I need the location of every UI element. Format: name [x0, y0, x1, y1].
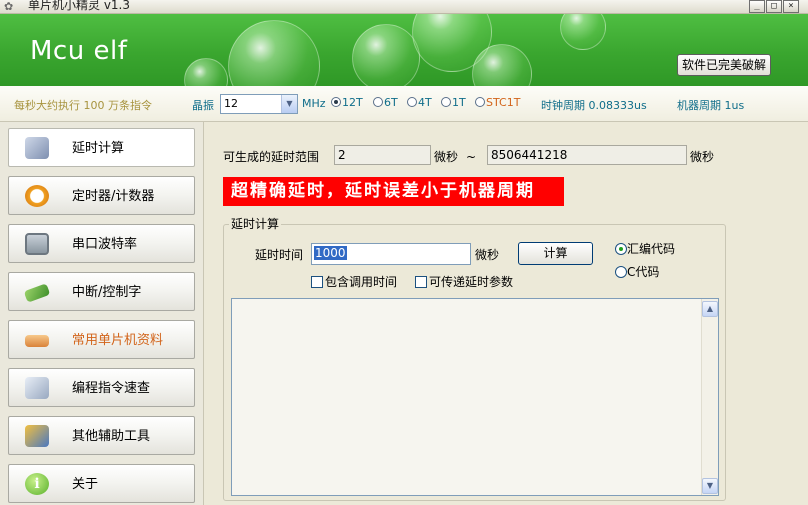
maximize-button[interactable]: □: [766, 0, 782, 13]
include-call-time-checkbox[interactable]: 包含调用时间: [311, 275, 397, 289]
sidebar-item-other-tools[interactable]: 其他辅助工具: [8, 416, 195, 455]
radio-dot-icon: [615, 243, 627, 255]
app-icon: ✿: [4, 0, 14, 13]
checkbox-icon: [415, 276, 427, 288]
range-unit-1: 微秒: [434, 150, 459, 164]
vertical-scrollbar[interactable]: ▲ ▼: [701, 299, 718, 495]
radio-dot-icon: [475, 97, 485, 107]
code-output-area[interactable]: ▲ ▼: [231, 298, 719, 496]
radio-dot-icon: [407, 97, 417, 107]
range-max-field: 8506441218: [487, 145, 687, 165]
crystal-select[interactable]: 12 ▼: [220, 94, 298, 114]
checkbox-icon: [311, 276, 323, 288]
pass-params-checkbox[interactable]: 可传递延时参数: [415, 275, 513, 289]
title-bar: ✿ 单片机小精灵 v1.3 _ □ ×: [0, 0, 808, 14]
mode-radio-stc1t[interactable]: STC1T: [475, 96, 520, 110]
range-unit-2: 微秒: [690, 150, 715, 164]
info-icon: i: [25, 473, 49, 495]
chevron-down-icon[interactable]: ▼: [281, 95, 297, 113]
crystal-value: 12: [224, 97, 238, 110]
radio-dot-icon: [615, 266, 627, 278]
delay-time-value: 1000: [314, 246, 347, 260]
speed-text: 每秒大约执行 100 万条指令: [14, 99, 152, 112]
mhz-label: MHz: [302, 97, 326, 110]
range-label: 可生成的延时范围: [223, 150, 320, 164]
decorative-bubble: [560, 14, 606, 50]
range-tilde: ~: [466, 150, 477, 164]
app-logo: Mcu elf: [30, 36, 128, 66]
chip-icon: [23, 283, 51, 303]
radio-dot-icon: [441, 97, 451, 107]
precision-banner: 超精确延时，延时误差小于机器周期: [223, 177, 564, 206]
monitor-icon: [25, 233, 49, 255]
sidebar-item-delay-calc[interactable]: 延时计算: [8, 128, 195, 167]
range-min-field: 2: [334, 145, 431, 165]
decorative-bubble: [184, 58, 228, 86]
radio-dot-icon: [373, 97, 383, 107]
window-title: 单片机小精灵 v1.3: [28, 0, 131, 12]
search-doc-icon: [25, 377, 49, 399]
mode-radio-1t[interactable]: 1T: [441, 96, 466, 110]
scroll-up-icon[interactable]: ▲: [702, 301, 718, 317]
scroll-down-icon[interactable]: ▼: [702, 478, 718, 494]
sidebar-item-interrupt[interactable]: 中断/控制字: [8, 272, 195, 311]
book-icon: [25, 335, 49, 347]
asm-code-radio[interactable]: 汇编代码: [615, 242, 675, 256]
clock-period-text: 时钟周期 0.08333us: [541, 99, 647, 112]
sidebar-item-mcu-docs[interactable]: 常用单片机资料: [8, 320, 195, 359]
mode-radio-12t[interactable]: 12T: [331, 96, 363, 110]
crystal-label: 晶振: [192, 99, 214, 112]
info-bar: 每秒大约执行 100 万条指令 晶振 12 ▼ MHz 12T 6T 4T 1T…: [0, 86, 808, 122]
delay-time-input[interactable]: 1000: [311, 243, 471, 265]
group-title: 延时计算: [229, 217, 282, 231]
crack-status-button[interactable]: 软件已完美破解: [677, 54, 771, 76]
mode-radio-4t[interactable]: 4T: [407, 96, 432, 110]
decorative-bubble: [228, 20, 320, 86]
calculator-icon: [25, 137, 49, 159]
tools-icon: [25, 425, 49, 447]
sidebar-item-instruction-ref[interactable]: 编程指令速查: [8, 368, 195, 407]
delay-time-label: 延时时间: [255, 248, 304, 262]
calculate-button[interactable]: 计算: [518, 242, 593, 265]
close-button[interactable]: ×: [783, 0, 799, 13]
sidebar-item-timer[interactable]: 定时器/计数器: [8, 176, 195, 215]
alarm-clock-icon: [25, 185, 49, 207]
header-banner: Mcu elf 软件已完美破解: [0, 14, 808, 86]
radio-dot-icon: [331, 97, 341, 107]
sidebar-item-baud-rate[interactable]: 串口波特率: [8, 224, 195, 263]
minimize-button[interactable]: _: [749, 0, 765, 13]
decorative-bubble: [352, 24, 420, 86]
c-code-radio[interactable]: C代码: [615, 265, 659, 279]
sidebar-item-about[interactable]: i 关于: [8, 464, 195, 503]
delay-unit-label: 微秒: [475, 248, 500, 262]
sidebar: 延时计算 定时器/计数器 串口波特率 中断/控制字 常用单片机资料 编程指令速查…: [0, 122, 204, 505]
mode-radio-6t[interactable]: 6T: [373, 96, 398, 110]
machine-period-text: 机器周期 1us: [677, 99, 745, 112]
